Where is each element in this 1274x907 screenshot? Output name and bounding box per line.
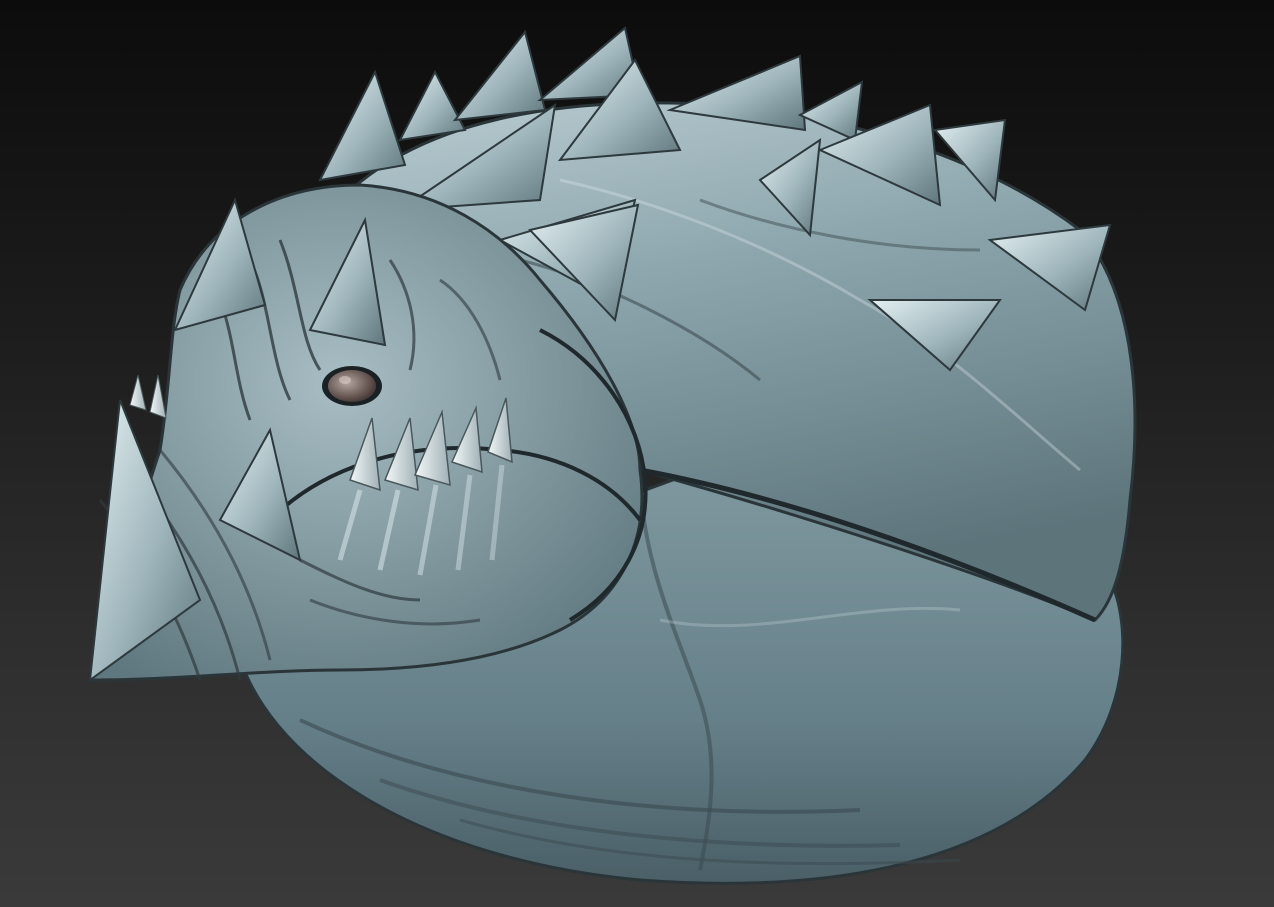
3d-viewport[interactable] — [0, 0, 1274, 907]
creature-eye — [322, 366, 382, 406]
creature-head-sculpt-icon — [87, 26, 1137, 885]
